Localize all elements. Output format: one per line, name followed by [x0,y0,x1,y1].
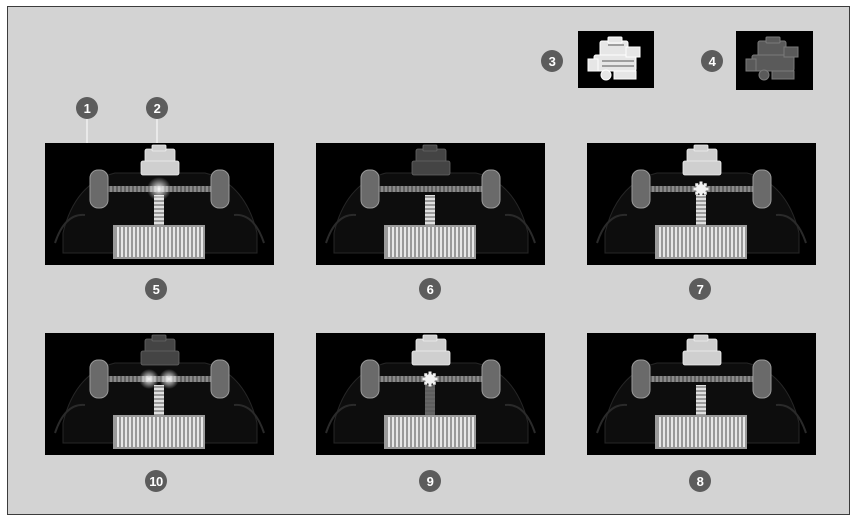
drivetrain-panel [587,333,816,455]
drivetrain-panel [45,143,274,265]
drivetrain-diagram [45,333,274,455]
drivetrain-panel [316,333,545,455]
drivetrain-diagram [316,333,545,455]
drivetrain-diagram [587,143,816,265]
panel-number-badge: 8 [689,470,711,492]
panel-number-badge: 6 [419,278,441,300]
panel-number-badge: 9 [419,470,441,492]
panel-number-badge: 5 [145,278,167,300]
drivetrain-panel [587,143,816,265]
drivetrain-diagram [316,143,545,265]
drivetrain-diagram [587,333,816,455]
drivetrain-panel [316,143,545,265]
panel-number-badge: 7 [689,278,711,300]
drivetrain-panel [45,333,274,455]
drivetrain-diagram [45,143,274,265]
panel-number-badge: 10 [145,470,167,492]
